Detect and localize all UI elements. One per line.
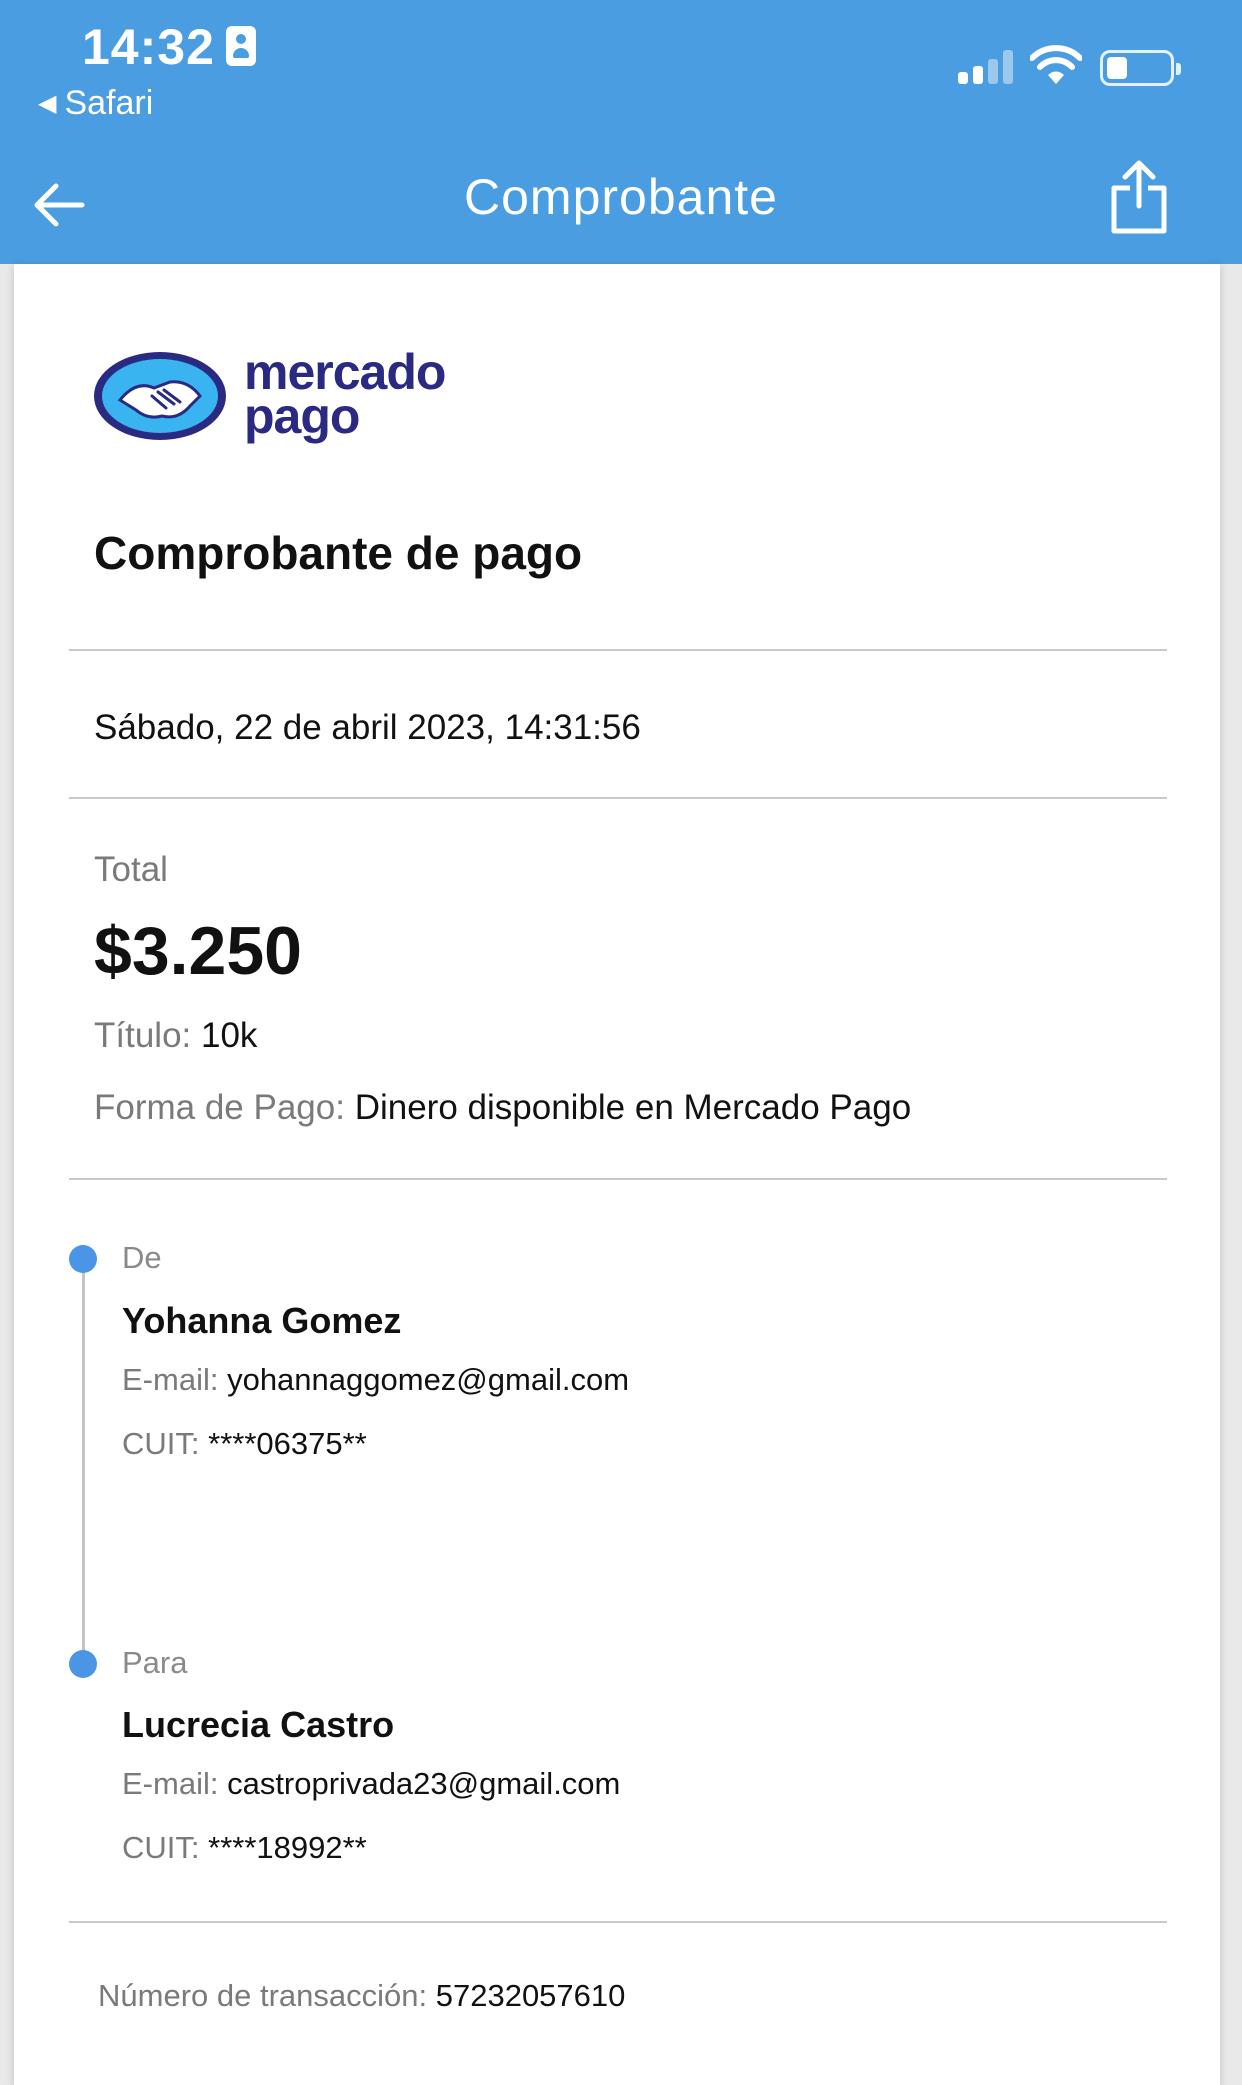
payment-method-label: Forma de Pago: bbox=[94, 1088, 345, 1127]
status-time: 14:32 bbox=[82, 19, 215, 75]
sender-cuit-row: CUIT: ****06375** bbox=[122, 1426, 367, 1462]
back-app-label: Safari bbox=[64, 84, 154, 122]
receipt-title: Comprobante de pago bbox=[94, 527, 583, 579]
recipient-cuit-label: CUIT: bbox=[122, 1830, 200, 1865]
transaction-number-label: Número de transacción: bbox=[98, 1978, 428, 2013]
transaction-number-row: Número de transacción: 57232057610 bbox=[98, 1978, 625, 2014]
total-label: Total bbox=[94, 850, 168, 889]
timeline-connector bbox=[82, 1258, 85, 1664]
recipient-cuit-row: CUIT: ****18992** bbox=[122, 1830, 367, 1866]
recipient-name: Lucrecia Castro bbox=[122, 1704, 395, 1745]
divider bbox=[69, 1921, 1167, 1923]
back-to-app-link[interactable]: ◀ Safari bbox=[38, 84, 153, 123]
contact-card-icon bbox=[226, 26, 256, 66]
timeline-dot-to bbox=[69, 1650, 97, 1678]
divider bbox=[69, 649, 1167, 651]
recipient-email-label: E-mail: bbox=[122, 1766, 219, 1801]
divider bbox=[69, 797, 1167, 799]
wifi-icon bbox=[1030, 45, 1082, 84]
logo-wordmark: mercado pago bbox=[244, 344, 446, 444]
receipt-date: Sábado, 22 de abril 2023, 14:31:56 bbox=[94, 708, 641, 747]
timeline-dot-from bbox=[69, 1245, 97, 1273]
payment-method-row: Forma de Pago: Dinero disponible en Merc… bbox=[94, 1088, 911, 1128]
page-title: Comprobante bbox=[464, 169, 778, 225]
sender-cuit-label: CUIT: bbox=[122, 1426, 200, 1461]
total-amount: $3.250 bbox=[94, 913, 302, 989]
titulo-label: Título: bbox=[94, 1016, 192, 1055]
sender-name: Yohanna Gomez bbox=[122, 1300, 402, 1341]
app-header: 14:32 ◀ Safari Comprobante bbox=[0, 0, 1242, 264]
cellular-signal-icon bbox=[958, 50, 1014, 84]
sender-email-row: E-mail: yohannaggomez@gmail.com bbox=[122, 1362, 629, 1398]
sender-email-label: E-mail: bbox=[122, 1362, 219, 1397]
titulo-row: Título: 10k bbox=[94, 1016, 257, 1056]
sender-email: yohannaggomez@gmail.com bbox=[227, 1362, 630, 1397]
back-triangle-icon: ◀ bbox=[38, 90, 57, 117]
receipt-card: mercado pago Comprobante de pago Sábado,… bbox=[14, 264, 1220, 2085]
from-label: De bbox=[122, 1240, 162, 1275]
share-icon[interactable] bbox=[1110, 160, 1168, 234]
battery-icon bbox=[1100, 50, 1181, 86]
sender-cuit: ****06375** bbox=[208, 1426, 367, 1461]
recipient-email: castroprivada23@gmail.com bbox=[227, 1766, 621, 1801]
recipient-email-row: E-mail: castroprivada23@gmail.com bbox=[122, 1766, 620, 1802]
to-label: Para bbox=[122, 1645, 188, 1680]
payment-method-value: Dinero disponible en Mercado Pago bbox=[354, 1088, 912, 1127]
divider bbox=[69, 1178, 1167, 1180]
titulo-value: 10k bbox=[201, 1016, 258, 1055]
recipient-cuit: ****18992** bbox=[208, 1830, 367, 1865]
transaction-number: 57232057610 bbox=[435, 1978, 626, 2013]
